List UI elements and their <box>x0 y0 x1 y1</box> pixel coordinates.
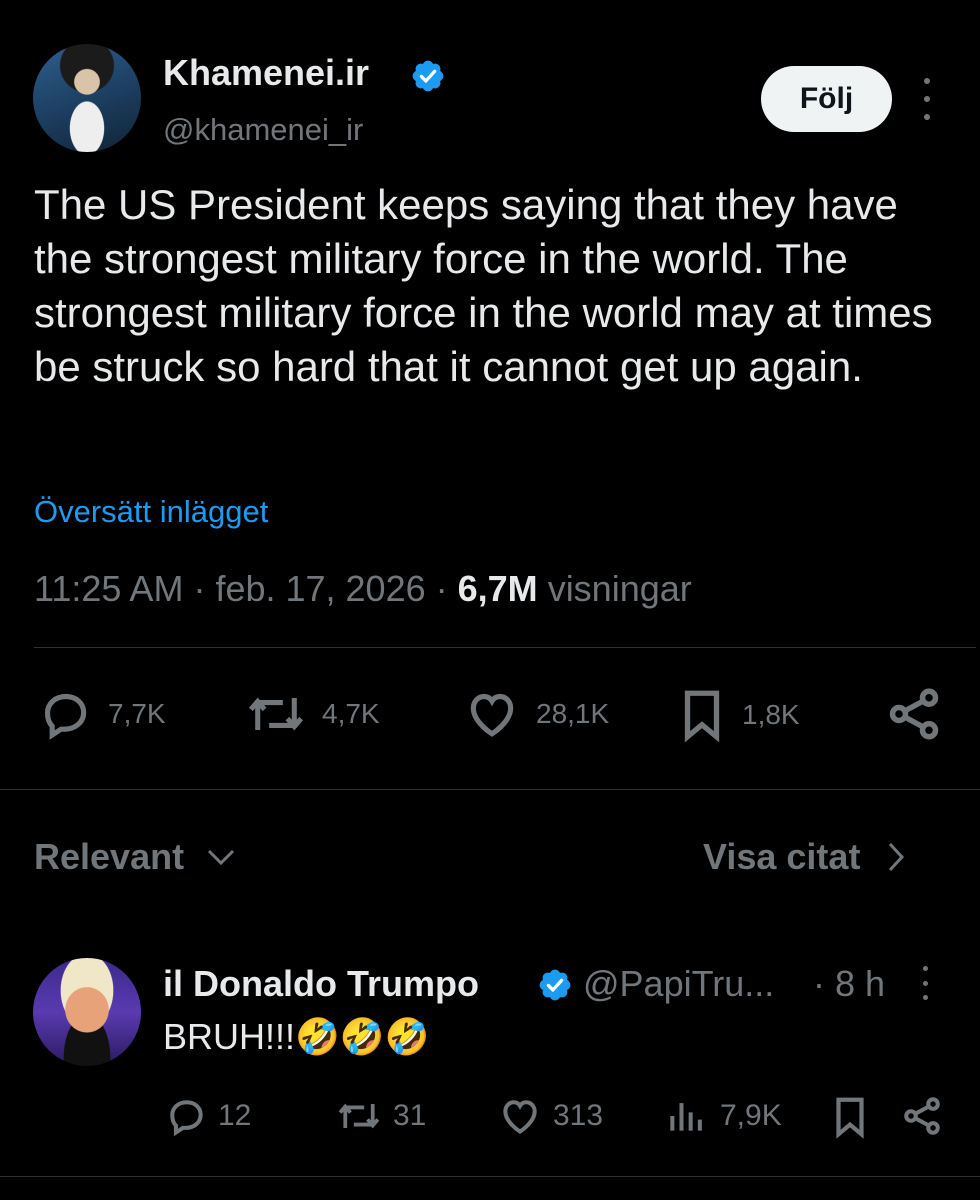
reply-button[interactable]: 7,7K <box>36 686 166 742</box>
divider <box>34 647 976 648</box>
show-quotes-link[interactable]: Visa citat <box>703 836 906 878</box>
repost-icon <box>248 697 304 731</box>
author-name[interactable]: Khamenei.ir <box>163 52 369 94</box>
more-options-icon[interactable] <box>916 78 938 120</box>
reply-count: 7,7K <box>108 698 166 729</box>
bookmark-icon <box>684 690 720 743</box>
author-avatar[interactable] <box>33 44 141 152</box>
heart-icon <box>470 693 514 737</box>
reply-bookmark-button[interactable] <box>830 1094 870 1140</box>
repost-count: 4,7K <box>322 698 380 729</box>
views-label: visningar <box>547 568 692 609</box>
verified-badge-icon <box>412 60 444 92</box>
analytics-icon <box>670 1103 702 1131</box>
post-text: The US President keeps saying that they … <box>34 181 933 390</box>
show-quotes-label: Visa citat <box>703 836 861 877</box>
reply-time[interactable]: · 8 h <box>813 963 885 1005</box>
reply-repost-button[interactable]: 31 <box>335 1094 426 1138</box>
post-date[interactable]: feb. 17, 2026 <box>215 568 425 609</box>
post-metadata: 11:25 AM · feb. 17, 2026 · 6,7M visninga… <box>34 568 692 609</box>
reply-repost-count: 31 <box>393 1099 427 1132</box>
verified-badge-icon <box>539 969 571 1001</box>
reply-text: BRUH!!!🤣🤣🤣 <box>163 1016 430 1057</box>
bookmark-icon <box>836 1097 864 1139</box>
sort-label: Relevant <box>34 836 185 877</box>
divider <box>0 1176 980 1177</box>
heart-icon <box>503 1100 537 1134</box>
share-button[interactable] <box>884 684 944 744</box>
like-count: 28,1K <box>536 698 610 729</box>
reply-icon <box>170 1100 203 1137</box>
repost-button[interactable]: 4,7K <box>244 686 380 742</box>
reply-like-count: 313 <box>553 1099 604 1132</box>
views-count: 6,7M <box>457 568 538 609</box>
reply-views-count: 7,9K <box>720 1099 782 1132</box>
reply-reply-count: 12 <box>218 1099 252 1132</box>
divider <box>0 789 980 790</box>
translate-post-link[interactable]: Översätt inlägget <box>34 494 268 530</box>
share-icon <box>889 688 939 740</box>
post-time[interactable]: 11:25 AM <box>34 568 183 609</box>
reply-views-button[interactable]: 7,9K <box>664 1094 782 1138</box>
chevron-right-icon <box>889 842 905 872</box>
reply-author-avatar[interactable] <box>33 958 141 1066</box>
reply-author-handle[interactable]: @PapiTru... <box>583 963 774 1005</box>
sort-replies-dropdown[interactable]: Relevant <box>34 836 236 878</box>
follow-button[interactable]: Följ <box>761 66 892 132</box>
reply-author-name[interactable]: il Donaldo Trumpo <box>163 963 479 1005</box>
like-button[interactable]: 28,1K <box>462 686 609 742</box>
reply-reply-button[interactable]: 12 <box>164 1094 251 1138</box>
reply-like-button[interactable]: 313 <box>497 1094 603 1138</box>
author-handle[interactable]: @khamenei_ir <box>163 112 363 148</box>
chevron-down-icon <box>208 849 235 866</box>
reply-share-button[interactable] <box>900 1094 944 1138</box>
bookmark-button[interactable]: 1,8K <box>676 686 800 744</box>
reply-icon <box>44 693 87 740</box>
share-icon <box>904 1097 940 1135</box>
reply-more-options-icon[interactable] <box>916 966 934 1000</box>
bookmark-count: 1,8K <box>742 699 800 730</box>
repost-icon <box>338 1103 380 1129</box>
